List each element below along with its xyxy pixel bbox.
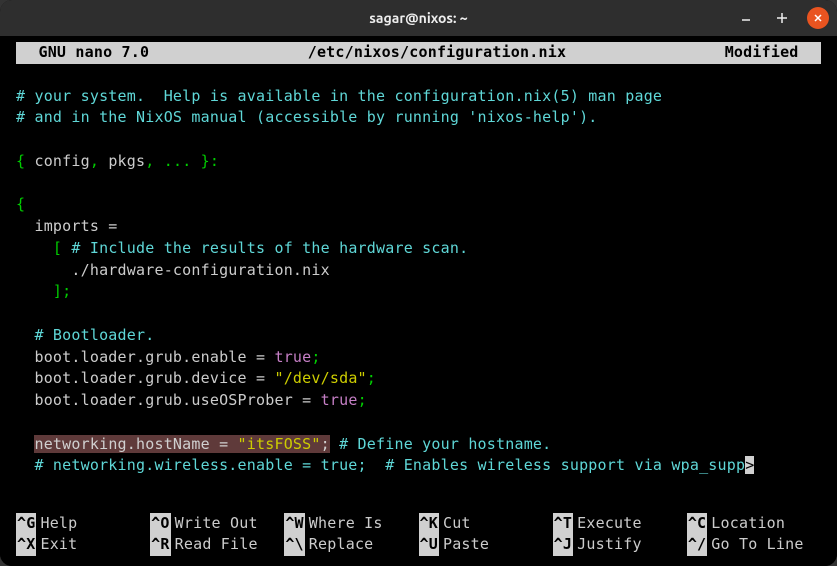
titlebar[interactable]: sagar@nixos: ~ xyxy=(0,0,837,36)
shortcut-replace[interactable]: ^\Replace xyxy=(284,534,418,556)
code-line: { xyxy=(16,195,25,213)
editor-content[interactable]: # your system. Help is available in the … xyxy=(16,64,821,507)
editor-status-bar: GNU nano 7.0 /etc/nixos/configuration.ni… xyxy=(16,42,821,64)
shortcut-exit[interactable]: ^XExit xyxy=(16,534,150,556)
shortcut-paste[interactable]: ^UPaste xyxy=(419,534,553,556)
line-continuation-indicator: > xyxy=(745,456,754,474)
terminal-window: sagar@nixos: ~ GNU nano 7.0 /etc/nixos/c… xyxy=(0,0,837,566)
code-line: ]; xyxy=(16,282,71,300)
minimize-button[interactable] xyxy=(735,7,757,29)
shortcut-execute[interactable]: ^TExecute xyxy=(553,513,687,535)
code-line: # networking.wireless.enable = true; # E… xyxy=(16,456,754,474)
shortcut-justify[interactable]: ^JJustify xyxy=(553,534,687,556)
shortcut-where-is[interactable]: ^WWhere Is xyxy=(284,513,418,535)
close-button[interactable] xyxy=(807,7,829,29)
code-line-highlighted: networking.hostName = "itsFOSS"; # Defin… xyxy=(16,435,551,453)
window-controls xyxy=(735,7,829,29)
shortcut-read-file[interactable]: ^RRead File xyxy=(150,534,284,556)
code-line: # and in the NixOS manual (accessible by… xyxy=(16,108,598,126)
shortcut-help[interactable]: ^GHelp xyxy=(16,513,150,535)
shortcut-cut[interactable]: ^KCut xyxy=(419,513,553,535)
code-line: { config, pkgs, ... }: xyxy=(16,152,219,170)
terminal-body[interactable]: GNU nano 7.0 /etc/nixos/configuration.ni… xyxy=(0,36,837,566)
editor-file-path: /etc/nixos/configuration.nix xyxy=(149,42,724,64)
editor-modified-status: Modified xyxy=(725,42,817,64)
code-line: imports = xyxy=(16,217,118,235)
shortcut-goto-line[interactable]: ^/Go To Line xyxy=(687,534,821,556)
code-line: [ # Include the results of the hardware … xyxy=(16,239,468,257)
window-title: sagar@nixos: ~ xyxy=(369,10,467,26)
shortcut-location[interactable]: ^CLocation xyxy=(687,513,821,535)
code-line: boot.loader.grub.device = "/dev/sda"; xyxy=(16,369,376,387)
maximize-button[interactable] xyxy=(771,7,793,29)
code-line: # Bootloader. xyxy=(16,326,154,344)
code-line: boot.loader.grub.useOSProber = true; xyxy=(16,391,367,409)
shortcut-bar: ^GHelp ^OWrite Out ^WWhere Is ^KCut ^TEx… xyxy=(16,513,821,557)
editor-app-name: GNU nano 7.0 xyxy=(20,42,149,64)
shortcut-write-out[interactable]: ^OWrite Out xyxy=(150,513,284,535)
code-line: # your system. Help is available in the … xyxy=(16,87,662,105)
code-line: ./hardware-configuration.nix xyxy=(16,261,330,279)
code-line: boot.loader.grub.enable = true; xyxy=(16,348,321,366)
